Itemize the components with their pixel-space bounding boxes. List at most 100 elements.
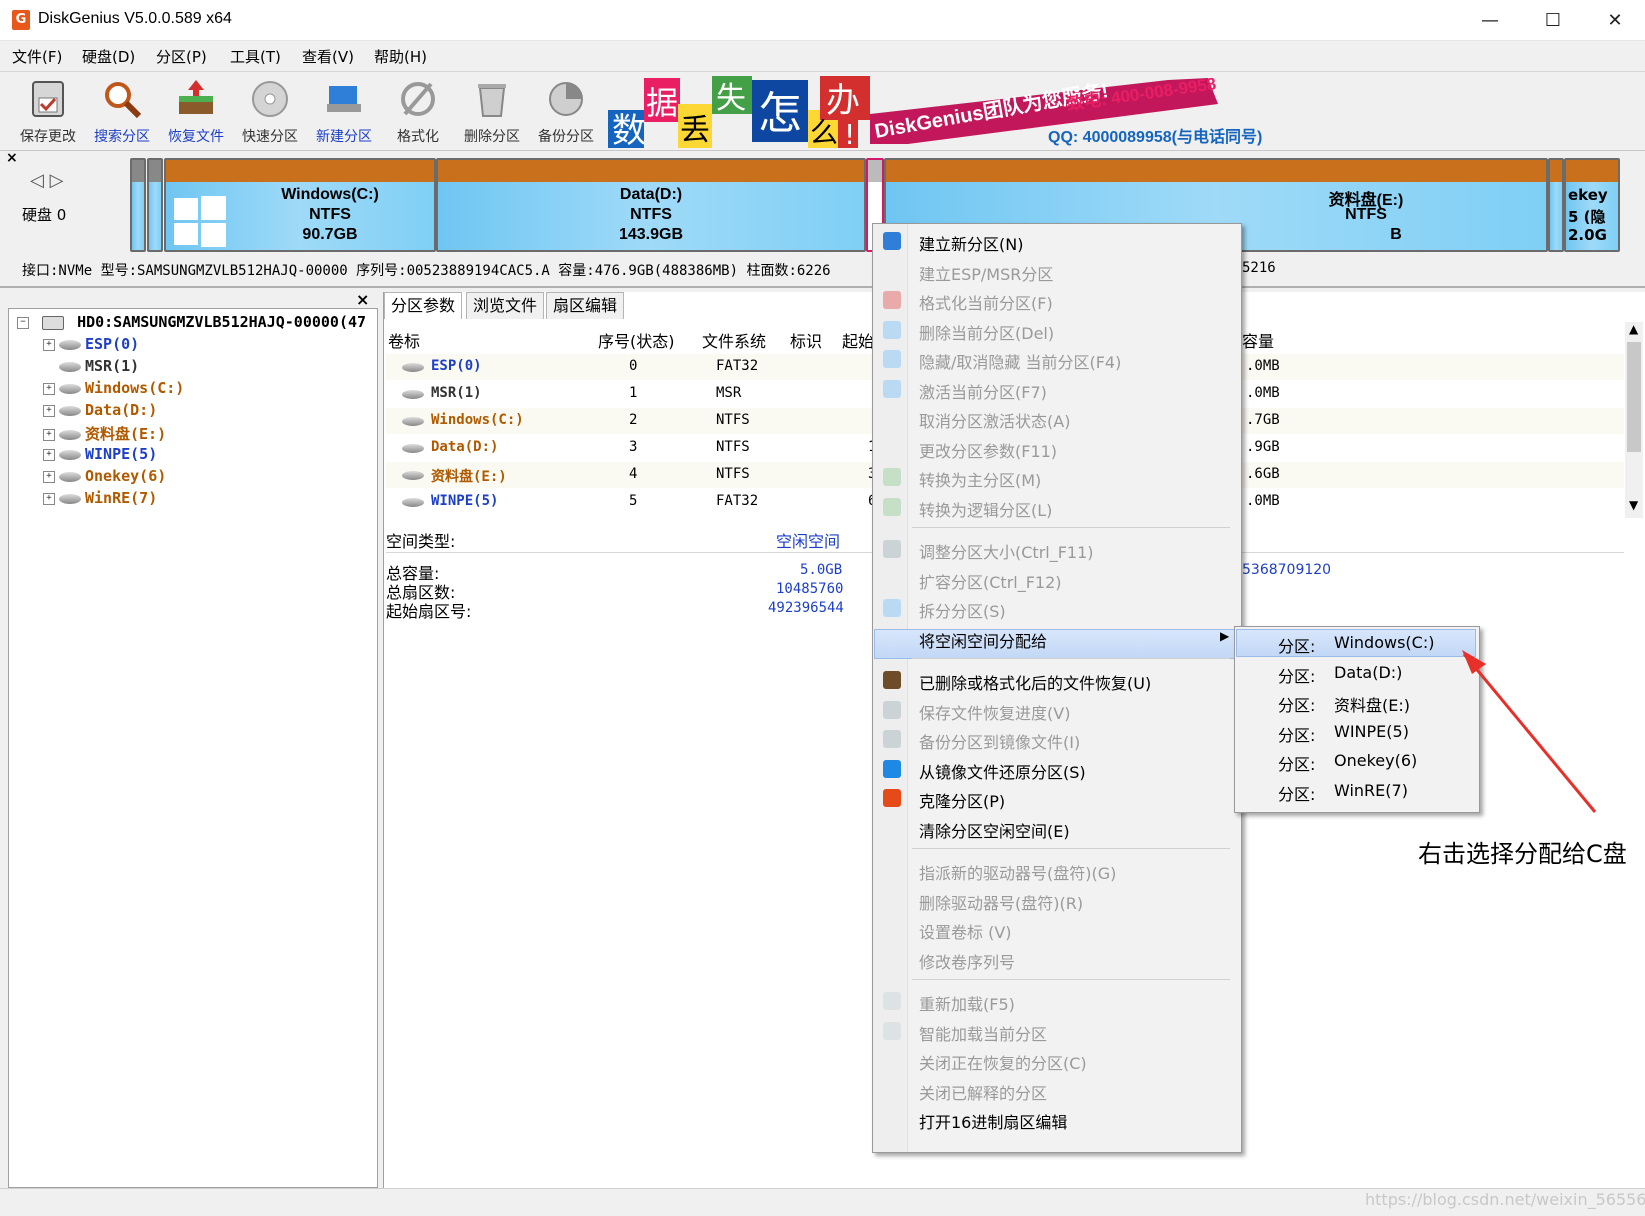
context-menu-item[interactable]: 修改卷序列号 — [874, 944, 1236, 974]
context-menu-item[interactable]: 扩容分区(Ctrl_F12) — [874, 564, 1236, 594]
smart-load-icon — [883, 1021, 901, 1040]
context-menu-item[interactable]: 指派新的驱动器号(盘符)(G) — [874, 855, 1236, 885]
context-menu-item[interactable]: 打开16进制扇区编辑 — [874, 1104, 1236, 1134]
partition-windows-c[interactable]: Windows(C:) NTFS 90.7GB — [164, 158, 436, 252]
expand-icon[interactable]: + — [43, 470, 55, 483]
disk-nav-arrows[interactable]: ◁ ▷ — [30, 170, 63, 191]
menu-disk[interactable]: 硬盘(D) — [82, 46, 135, 67]
backup-partition-button[interactable]: 备份分区 — [530, 76, 602, 146]
save-changes-button[interactable]: 保存更改 — [12, 76, 84, 146]
column-header-label[interactable]: 卷标 — [388, 328, 420, 352]
submenu-partition-name: 资料盘(E:) — [1334, 696, 1410, 715]
context-menu-item[interactable]: 建立新分区(N) — [874, 226, 1236, 256]
expand-icon[interactable]: + — [43, 428, 55, 441]
column-header-id[interactable]: 标识 — [790, 328, 822, 352]
expand-icon[interactable]: + — [43, 382, 55, 395]
context-menu-item[interactable]: 克隆分区(P) — [874, 783, 1236, 813]
tree-item[interactable]: + 资料盘(E:) — [43, 423, 166, 444]
new-partition-button[interactable]: 新建分区 — [308, 76, 380, 146]
scroll-down-icon[interactable]: ▼ — [1629, 498, 1638, 512]
tab-browse-files[interactable]: 浏览文件 — [466, 292, 545, 319]
row-size: .6GB — [1246, 466, 1280, 482]
partition-esp[interactable] — [130, 158, 146, 252]
submenu-prefix: 分区: — [1278, 666, 1316, 686]
minimize-button[interactable]: — — [1460, 6, 1520, 36]
context-menu-item[interactable]: 隐藏/取消隐藏 当前分区(F4) — [874, 344, 1236, 374]
context-menu-item[interactable]: 保存文件恢复进度(V) — [874, 695, 1236, 725]
context-menu-item[interactable]: 调整分区大小(Ctrl_F11) — [874, 534, 1236, 564]
search-partition-button[interactable]: 搜索分区 — [86, 76, 158, 146]
context-menu-item[interactable]: 关闭正在恢复的分区(C) — [874, 1045, 1236, 1075]
context-menu-item[interactable]: 从镜像文件还原分区(S) — [874, 754, 1236, 784]
partition-msr[interactable] — [147, 158, 163, 252]
quick-partition-button[interactable]: 快速分区 — [234, 76, 306, 146]
tree-item[interactable]: + ESP(0) — [43, 335, 139, 353]
context-menu-item[interactable]: 转换为主分区(M) — [874, 462, 1236, 492]
diskmap-close-icon[interactable]: × — [6, 150, 18, 166]
context-menu-item[interactable]: 将空闲空间分配给 ▶ — [874, 623, 1236, 653]
context-menu-item[interactable]: 已删除或格式化后的文件恢复(U) — [874, 665, 1236, 695]
tab-partition-params[interactable]: 分区参数 — [384, 292, 463, 319]
tree-item[interactable]: + WINPE(5) — [43, 445, 157, 463]
scrollbar-thumb[interactable] — [1627, 342, 1641, 452]
tree-item[interactable]: + WinRE(7) — [43, 489, 157, 507]
delete-partition-button[interactable]: 删除分区 — [456, 76, 528, 146]
partition-icon — [402, 390, 424, 399]
menu-view[interactable]: 查看(V) — [302, 46, 354, 67]
expand-icon[interactable]: + — [43, 448, 55, 461]
partition-icon — [402, 444, 424, 453]
menu-tools[interactable]: 工具(T) — [230, 46, 281, 67]
column-header-index[interactable]: 序号(状态) — [598, 328, 675, 352]
menu-help[interactable]: 帮助(H) — [374, 46, 427, 67]
recover-files-button[interactable]: 恢复文件 — [160, 76, 232, 146]
column-header-size[interactable]: 容量 — [1242, 328, 1274, 352]
context-menu-item[interactable]: 拆分分区(S) — [874, 593, 1236, 623]
context-menu-item[interactable]: 格式化当前分区(F) — [874, 285, 1236, 315]
collapse-icon[interactable]: − — [17, 316, 29, 329]
partition-onekey[interactable]: ekey 5 (隐 2.0G — [1564, 158, 1620, 252]
close-button[interactable]: ✕ — [1585, 6, 1645, 36]
context-menu-item[interactable]: 重新加载(F5) — [874, 986, 1236, 1016]
expand-icon[interactable]: + — [43, 404, 55, 417]
column-header-start[interactable]: 起始 — [842, 328, 874, 352]
context-menu-item[interactable]: 删除驱动器号(盘符)(R) — [874, 885, 1236, 915]
tree-item[interactable]: + Data(D:) — [43, 401, 157, 419]
tree-close-icon[interactable]: × — [356, 290, 369, 309]
context-menu-item[interactable]: 建立ESP/MSR分区 — [874, 256, 1236, 286]
context-menu-item[interactable]: 转换为逻辑分区(L) — [874, 492, 1236, 522]
ad-banner[interactable]: 数 据 丢 失 怎 么 办 ! DiskGenius团队为您服务! 致电: 40… — [608, 74, 1288, 148]
tab-sector-edit[interactable]: 扇区编辑 — [546, 292, 625, 319]
partition-name: ekey — [1568, 186, 1608, 204]
context-menu-item[interactable]: 备份分区到镜像文件(I) — [874, 724, 1236, 754]
row-filesystem: FAT32 — [716, 358, 759, 374]
maximize-button[interactable]: ☐ — [1523, 6, 1583, 36]
context-menu-item[interactable]: 智能加载当前分区 — [874, 1016, 1236, 1046]
column-header-filesystem[interactable]: 文件系统 — [702, 328, 766, 352]
row-size: .0MB — [1246, 358, 1280, 374]
context-menu-item[interactable]: 激活当前分区(F7) — [874, 374, 1236, 404]
menu-partition[interactable]: 分区(P) — [156, 46, 207, 67]
context-menu-label: 智能加载当前分区 — [919, 1024, 1048, 1044]
table-scrollbar[interactable]: ▲ ▼ — [1625, 322, 1643, 518]
context-menu-item[interactable]: 删除当前分区(Del) — [874, 315, 1236, 345]
context-menu-item[interactable]: 取消分区激活状态(A) — [874, 403, 1236, 433]
context-menu-item[interactable]: 更改分区参数(F11) — [874, 433, 1236, 463]
tree-item[interactable]: + Windows(C:) — [43, 379, 184, 397]
format-button[interactable]: 格式化 — [382, 76, 454, 146]
submenu-prefix: 分区: — [1278, 725, 1316, 745]
submenu-partition-name: Onekey(6) — [1334, 751, 1418, 770]
context-menu-item[interactable]: 设置卷标 (V) — [874, 914, 1236, 944]
tree-item[interactable]: +MSR(1) — [43, 357, 139, 375]
recover-icon — [179, 80, 213, 114]
tree-item-label: WINPE(5) — [85, 445, 158, 463]
expand-icon[interactable]: + — [43, 338, 55, 351]
context-menu-item[interactable]: 清除分区空闲空间(E) — [874, 813, 1236, 843]
scroll-up-icon[interactable]: ▲ — [1629, 322, 1638, 336]
menu-file[interactable]: 文件(F) — [12, 46, 62, 67]
partition-data-d[interactable]: Data(D:) NTFS 143.9GB — [436, 158, 866, 252]
expand-icon[interactable]: + — [43, 492, 55, 505]
partition-winpe[interactable] — [1548, 158, 1564, 252]
context-menu-item[interactable]: 关闭已解释的分区 — [874, 1075, 1236, 1105]
tree-item[interactable]: + Onekey(6) — [43, 467, 166, 485]
tree-root-disk[interactable]: − HD0:SAMSUNGMZVLB512HAJQ-00000(47 — [17, 313, 366, 331]
